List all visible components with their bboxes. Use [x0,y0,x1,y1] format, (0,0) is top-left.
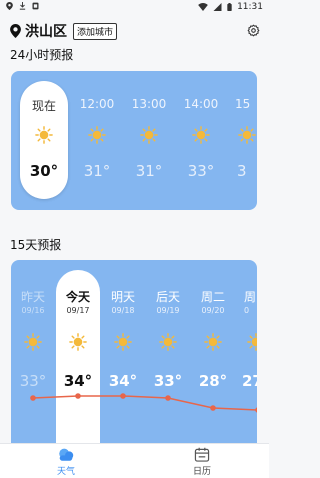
bottom-nav: 天气 日历 [0,443,269,478]
hourly-temp: 31° [135,162,163,180]
wifi-icon [198,3,208,11]
daily-item-yesterday[interactable]: 昨天 09/16 33° [11,260,55,443]
day-name: 明天 [110,290,135,304]
sun-icon [247,333,257,351]
hourly-forecast-card[interactable]: 现在 30° 12:00 31° 13:00 31° 14:00 33° 15 … [11,71,257,210]
sun-icon [192,126,210,144]
daily-item[interactable]: 周二 09/20 28° [191,260,235,443]
hourly-time: 14:00 [183,97,219,111]
daily-item[interactable]: 后天 09/19 33° [146,260,190,443]
day-temp: 34° [108,372,138,390]
hourly-item-now[interactable]: 现在 30° [20,81,68,199]
daily-forecast-card[interactable]: 昨天 09/16 33° 今天 09/17 34° 明天 09/18 34° 后… [11,260,257,443]
hourly-temp: 3 [237,162,247,180]
download-icon [19,2,26,10]
day-date: 09/19 [156,306,180,315]
day-name: 今天 [65,290,90,304]
calendar-icon [194,447,210,462]
location-pin-icon [10,24,21,38]
sun-icon [238,126,256,144]
sun-icon [159,333,177,351]
day-date: 09/16 [21,306,45,315]
hourly-temp: 30° [29,162,59,180]
daily-item[interactable]: 周 0 27 [236,260,257,443]
sun-icon [69,333,87,351]
notification-icon [32,2,39,10]
signal-icon [213,3,222,11]
day-name: 后天 [155,290,180,304]
battery-icon [227,3,232,11]
location-icon [6,2,13,10]
day-date: 09/17 [66,306,90,315]
day-temp: 33° [19,372,47,390]
sun-icon [140,126,158,144]
weather-screen: 11:31 洪山区 添加城市 24小时预报 现在 30° 12:00 31° 1… [0,0,269,478]
cloud-icon [59,448,74,461]
day-name: 周二 [200,290,225,304]
day-date: 09/20 [201,306,225,315]
hourly-item[interactable]: 15 3 [229,71,257,210]
header: 洪山区 添加城市 [10,21,260,41]
nav-calendar-tab[interactable]: 日历 [182,447,222,477]
city-name[interactable]: 洪山区 [25,21,67,41]
status-bar: 11:31 [0,0,269,14]
hourly-temp: 33° [187,162,215,180]
sun-icon [24,333,42,351]
sun-icon [88,126,106,144]
hourly-temp: 31° [83,162,111,180]
hourly-time: 现在 [31,99,56,113]
day-temp: 27 [242,372,257,390]
sun-icon [114,333,132,351]
day-name: 周 [244,290,257,304]
day-date: 0 [244,306,250,315]
add-city-button[interactable]: 添加城市 [73,22,118,40]
day-temp: 28° [198,372,228,390]
hourly-time: 12:00 [79,97,115,111]
daily-title: 15天预报 [10,238,62,252]
status-time: 11:31 [237,2,263,12]
sun-icon [204,333,222,351]
hourly-time: 15 [235,97,251,111]
hourly-item[interactable]: 12:00 31° [73,71,121,210]
day-name: 昨天 [20,290,45,304]
day-temp: 34° [63,372,93,390]
nav-weather-label: 天气 [56,467,75,477]
daily-item[interactable]: 明天 09/18 34° [101,260,145,443]
hourly-title: 24小时预报 [10,48,74,62]
daily-item-today[interactable]: 今天 09/17 34° [56,270,100,443]
hourly-time: 13:00 [131,97,167,111]
nav-weather-tab[interactable]: 天气 [46,447,86,477]
hourly-item[interactable]: 14:00 33° [177,71,225,210]
day-date: 09/18 [111,306,135,315]
sun-icon [35,126,53,144]
day-temp: 33° [153,372,183,390]
hourly-item[interactable]: 13:00 31° [125,71,173,210]
gear-icon[interactable] [247,24,260,37]
nav-calendar-label: 日历 [192,467,211,477]
